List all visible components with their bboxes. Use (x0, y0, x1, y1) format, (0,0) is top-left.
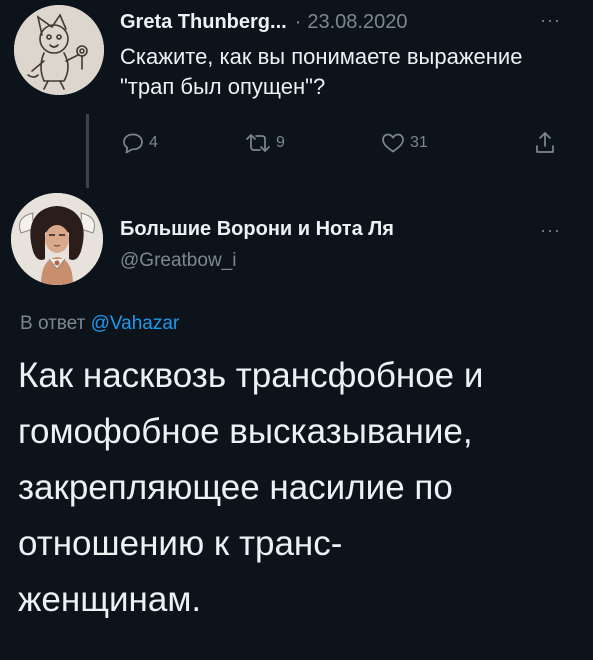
tweet-text-line: закрепляющее насилие по (18, 468, 453, 507)
header-separator: · (294, 10, 302, 33)
tweet-actions: 4 9 31 (0, 128, 593, 158)
like-count: 31 (410, 134, 428, 151)
more-options-button[interactable]: ··· (540, 10, 561, 31)
avatar-drawing (11, 193, 103, 285)
tweet-text-line: Как насквозь трансфобное и (18, 356, 484, 395)
retweet-count: 9 (276, 134, 285, 151)
reply-button[interactable]: 4 (121, 128, 158, 158)
retweet-icon (246, 134, 270, 152)
share-button[interactable] (533, 128, 557, 158)
author-handle[interactable]: @Greatbow_i (120, 250, 236, 272)
comment-icon (123, 133, 143, 154)
more-options-button[interactable]: ··· (540, 220, 561, 241)
tweet-text-line: отношению к транс- (18, 524, 343, 563)
avatar[interactable] (11, 193, 103, 285)
like-button[interactable]: 31 (380, 128, 428, 158)
reply-count: 4 (149, 134, 158, 151)
tweet-header: Greta Thunberg... · 23.08.2020 (120, 8, 407, 36)
tweet-thread: Greta Thunberg... · 23.08.2020 ··· Скажи… (0, 0, 593, 660)
avatar-drawing (14, 5, 104, 95)
retweet-button[interactable]: 9 (244, 128, 285, 158)
tweet-text-line: женщинам. (18, 580, 202, 619)
tweet-date[interactable]: 23.08.2020 (307, 11, 407, 34)
replying-to: В ответ @Vahazar (20, 313, 179, 335)
share-icon (536, 132, 554, 153)
tweet-text: Скажите, как вы понимаете выражение "тра… (120, 44, 523, 99)
heart-icon (382, 133, 404, 153)
tweet-text: Как насквозь трансфобное и гомофобное вы… (18, 348, 578, 628)
author-name[interactable]: Greta Thunberg... (120, 11, 287, 34)
reply-prefix: В ответ (20, 313, 86, 334)
tweet-text-line: гомофобное высказывание, (18, 412, 473, 451)
avatar[interactable] (14, 5, 104, 95)
mention-link[interactable]: @Vahazar (91, 313, 180, 334)
author-name[interactable]: Большие Ворони и Нота Ля (120, 218, 394, 241)
